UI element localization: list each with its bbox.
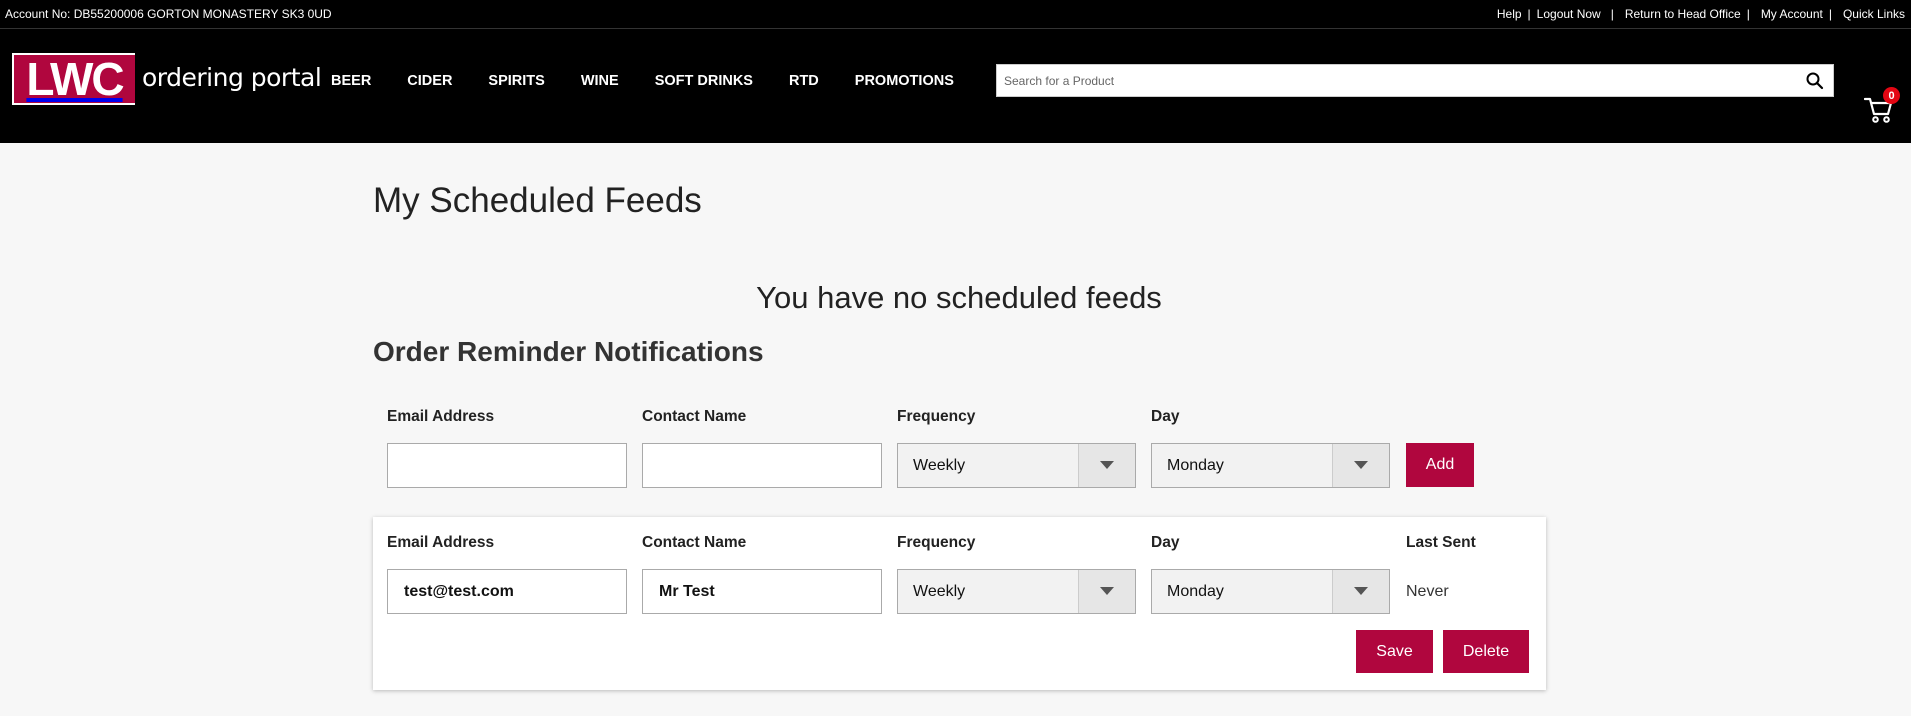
search-input[interactable] bbox=[997, 65, 1787, 96]
existing-day-value: Monday bbox=[1167, 583, 1224, 600]
existing-frequency-label: Frequency bbox=[897, 534, 976, 551]
existing-contact-label: Contact Name bbox=[642, 534, 747, 551]
new-email-label: Email Address bbox=[387, 408, 495, 425]
new-frequency-value: Weekly bbox=[913, 457, 966, 474]
cart-count-badge: 0 bbox=[1883, 87, 1900, 104]
existing-day-select[interactable]: Monday bbox=[1151, 569, 1390, 614]
top-links: Help | Logout Now | Return to Head Office |… bbox=[1491, 7, 1905, 21]
help-link[interactable]: Help bbox=[1491, 7, 1528, 21]
nav-rtd[interactable]: RTD bbox=[789, 73, 819, 89]
logout-link[interactable]: Logout Now bbox=[1531, 7, 1611, 21]
account-info: Account No: DB55200006 GORTON MONASTERY … bbox=[5, 7, 332, 21]
existing-frequency-select[interactable]: Weekly bbox=[897, 569, 1136, 614]
new-contact-label: Contact Name bbox=[642, 408, 747, 425]
chevron-down-icon bbox=[1078, 444, 1135, 487]
nav-soft-drinks[interactable]: SOFT DRINKS bbox=[655, 73, 753, 89]
new-frequency-label: Frequency bbox=[897, 408, 976, 425]
chevron-down-icon bbox=[1332, 570, 1389, 613]
existing-email-label: Email Address bbox=[387, 534, 495, 551]
cart-button[interactable]: 0 bbox=[1864, 87, 1900, 129]
nav-cider[interactable]: CIDER bbox=[407, 73, 452, 89]
nav-promotions[interactable]: PROMOTIONS bbox=[855, 73, 954, 89]
return-head-office-link[interactable]: Return to Head Office bbox=[1614, 7, 1747, 21]
page-title: My Scheduled Feeds bbox=[373, 181, 702, 220]
save-button[interactable]: Save bbox=[1356, 630, 1433, 673]
chevron-down-icon bbox=[1332, 444, 1389, 487]
nav-spirits[interactable]: SPIRITS bbox=[488, 73, 544, 89]
search-icon[interactable] bbox=[1805, 71, 1825, 91]
new-contact-input[interactable] bbox=[642, 443, 882, 488]
my-account-link[interactable]: My Account bbox=[1750, 7, 1829, 21]
add-button[interactable]: Add bbox=[1406, 443, 1474, 487]
top-utility-bar: Account No: DB55200006 GORTON MONASTERY … bbox=[0, 0, 1911, 29]
existing-frequency-value: Weekly bbox=[913, 583, 966, 600]
existing-contact-input[interactable] bbox=[642, 569, 882, 614]
new-email-input[interactable] bbox=[387, 443, 627, 488]
existing-email-input[interactable] bbox=[387, 569, 627, 614]
search-bar bbox=[996, 64, 1834, 97]
new-day-select[interactable]: Monday bbox=[1151, 443, 1390, 488]
section-title: Order Reminder Notifications bbox=[373, 336, 764, 367]
portal-title: ordering portal bbox=[142, 63, 322, 92]
last-sent-value: Never bbox=[1406, 583, 1449, 600]
main-nav: BEER CIDER SPIRITS WINE SOFT DRINKS RTD … bbox=[331, 73, 990, 89]
existing-day-label: Day bbox=[1151, 534, 1180, 551]
new-day-value: Monday bbox=[1167, 457, 1224, 474]
delete-button[interactable]: Delete bbox=[1443, 630, 1529, 673]
no-feeds-message: You have no scheduled feeds bbox=[756, 280, 1162, 315]
new-day-label: Day bbox=[1151, 408, 1180, 425]
last-sent-label: Last Sent bbox=[1406, 534, 1476, 551]
new-frequency-select[interactable]: Weekly bbox=[897, 443, 1136, 488]
lwc-logo[interactable]: LWC bbox=[12, 53, 135, 105]
quick-links-link[interactable]: Quick Links bbox=[1832, 7, 1905, 21]
nav-beer[interactable]: BEER bbox=[331, 73, 371, 89]
chevron-down-icon bbox=[1078, 570, 1135, 613]
logo-text: LWC bbox=[26, 53, 124, 105]
site-header: LWC ordering portal BEER CIDER SPIRITS W… bbox=[0, 29, 1911, 143]
nav-wine[interactable]: WINE bbox=[581, 73, 619, 89]
